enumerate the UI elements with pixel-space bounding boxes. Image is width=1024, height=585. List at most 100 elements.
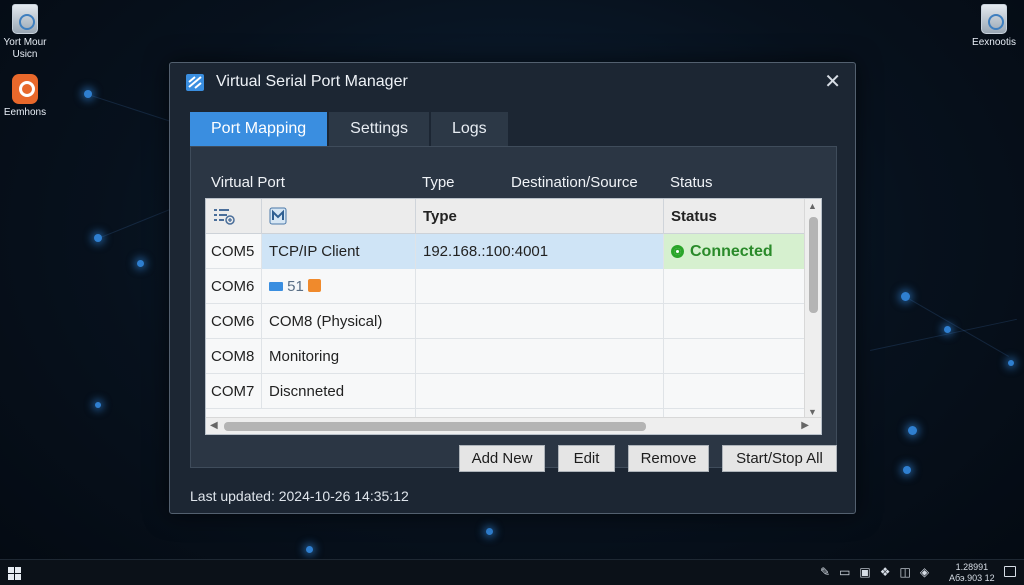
scroll-right-icon[interactable]: ▶ <box>801 420 809 431</box>
volume-icon[interactable]: ◈ <box>920 565 929 579</box>
scroll-down-icon[interactable]: ▼ <box>808 407 817 417</box>
start-button-icon[interactable] <box>8 567 21 580</box>
network-node <box>94 234 102 242</box>
network-node <box>1008 360 1014 366</box>
header-cell-type[interactable] <box>262 199 416 234</box>
network-node <box>908 426 917 435</box>
cell-destination <box>416 269 664 304</box>
add-new-button[interactable]: Add New <box>459 445 545 472</box>
desktop-icon-label: Eemhons <box>3 107 47 118</box>
table-row[interactable]: COM7 Discnneted <box>206 374 806 409</box>
cell-destination <box>416 304 664 339</box>
desktop-icon-label: Eexnootis <box>972 37 1016 48</box>
cell-port: COM6 <box>206 269 262 304</box>
app-logo-icon <box>186 74 204 91</box>
network-node <box>137 260 144 267</box>
taskbar-clock[interactable]: 1.28991 Aбэ.903 12 <box>949 562 995 584</box>
network-line <box>870 318 1017 351</box>
serial-device-icon <box>308 279 322 292</box>
app-shortcut-icon <box>12 74 38 104</box>
scroll-left-icon[interactable]: ◀ <box>210 420 218 431</box>
vertical-scrollbar[interactable]: ▲ ▼ <box>804 199 821 419</box>
network-node <box>903 466 911 474</box>
edit-button[interactable]: Edit <box>558 445 615 472</box>
header-cell-port[interactable] <box>206 199 262 234</box>
tab-port-mapping[interactable]: Port Mapping <box>190 112 328 146</box>
dropbox-icon[interactable]: ❖ <box>880 565 891 579</box>
cell-type: TCP/IP Client <box>262 234 416 269</box>
horizontal-scrollbar[interactable]: ◀ ▶ <box>206 417 821 434</box>
cell-type: Discnneted <box>262 374 416 409</box>
tab-logs[interactable]: Logs <box>430 112 508 146</box>
status-text: Connected <box>690 243 773 260</box>
connected-status-icon <box>671 245 684 258</box>
close-icon[interactable]: ✕ <box>824 69 841 94</box>
desktop-icon-recycle-bin[interactable]: Yort Mour Usicn <box>0 4 57 61</box>
network-node <box>901 292 910 301</box>
column-label-type: Type <box>422 174 455 191</box>
cell-type-text: 51 <box>287 278 304 295</box>
cell-type: 51 <box>262 269 416 304</box>
pen-icon[interactable]: ✎ <box>820 565 830 579</box>
scroll-up-icon[interactable]: ▲ <box>808 201 817 211</box>
table-header: Type Status <box>206 199 806 234</box>
horizontal-scroll-thumb[interactable] <box>224 422 646 431</box>
last-updated-text: Last updated: 2024-10-26 14:35:12 <box>190 488 409 504</box>
table-row[interactable]: COM5 TCP/IP Client 192.168.:100:4001 Con… <box>206 234 806 269</box>
image-icon[interactable]: ▣ <box>859 565 870 579</box>
header-cell-destination[interactable]: Type <box>416 199 664 234</box>
tab-bar: Port Mapping Settings Logs <box>190 112 508 146</box>
port-table: Type Status COM5 TCP/IP Client 192.168.:… <box>205 198 822 435</box>
title-bar[interactable]: Virtual Serial Port Manager ✕ <box>170 63 855 101</box>
network-line <box>904 296 1009 357</box>
recycle-bin-icon <box>12 4 38 34</box>
network-node <box>84 90 92 98</box>
cell-port: COM6 <box>206 304 262 339</box>
network-adapter-icon <box>269 282 283 291</box>
cell-status <box>664 374 806 409</box>
cell-port: COM8 <box>206 339 262 374</box>
cell-type: COM8 (Physical) <box>262 304 416 339</box>
cell-destination <box>416 339 664 374</box>
remove-button[interactable]: Remove <box>628 445 709 472</box>
cell-status <box>664 269 806 304</box>
vertical-scroll-thumb[interactable] <box>809 217 818 313</box>
cell-port: COM7 <box>206 374 262 409</box>
cell-status <box>664 304 806 339</box>
cell-destination <box>416 374 664 409</box>
system-tray: ✎ ▭ ▣ ❖ ◫ ◈ <box>820 565 929 579</box>
column-label-status: Status <box>670 174 713 191</box>
column-label-virtual-port: Virtual Port <box>211 174 285 191</box>
desktop-icon-label: Yort Mour Usicn <box>3 37 47 60</box>
header-cell-status[interactable]: Status <box>664 199 806 234</box>
network-node <box>944 326 951 333</box>
column-label-destination: Destination/Source <box>511 174 638 191</box>
display-icon[interactable]: ▭ <box>839 565 850 579</box>
table-row[interactable]: COM6 COM8 (Physical) <box>206 304 806 339</box>
table-row[interactable]: COM6 51 <box>206 269 806 304</box>
clock-date: Aбэ.903 12 <box>949 573 995 583</box>
tab-settings[interactable]: Settings <box>329 112 429 146</box>
cell-destination: 192.168.:100:4001 <box>416 234 664 269</box>
taskbar: ✎ ▭ ▣ ❖ ◫ ◈ 1.28991 Aбэ.903 12 <box>0 559 1024 585</box>
network-node <box>486 528 493 535</box>
start-stop-all-button[interactable]: Start/Stop All <box>722 445 837 472</box>
cell-status <box>664 339 806 374</box>
network-icon[interactable]: ◫ <box>900 565 911 579</box>
main-window: Virtual Serial Port Manager ✕ Port Mappi… <box>169 62 856 514</box>
notification-icon[interactable] <box>1004 566 1016 577</box>
network-node <box>95 402 101 408</box>
cell-port: COM5 <box>206 234 262 269</box>
table-row[interactable]: COM8 Monitoring <box>206 339 806 374</box>
computer-icon <box>981 4 1007 34</box>
port-mapping-panel: Virtual Port Type Destination/Source Sta… <box>190 146 837 468</box>
clock-time: 1.28991 <box>955 562 989 572</box>
desktop-icon-computer[interactable]: Eexnootis <box>962 4 1024 49</box>
list-add-icon <box>214 209 235 225</box>
cell-type: Monitoring <box>262 339 416 374</box>
network-node <box>306 546 313 553</box>
port-icon <box>269 207 287 225</box>
cell-status: Connected <box>664 234 806 269</box>
window-title: Virtual Serial Port Manager <box>216 73 408 90</box>
desktop-icon-app[interactable]: Eemhons <box>0 74 57 119</box>
